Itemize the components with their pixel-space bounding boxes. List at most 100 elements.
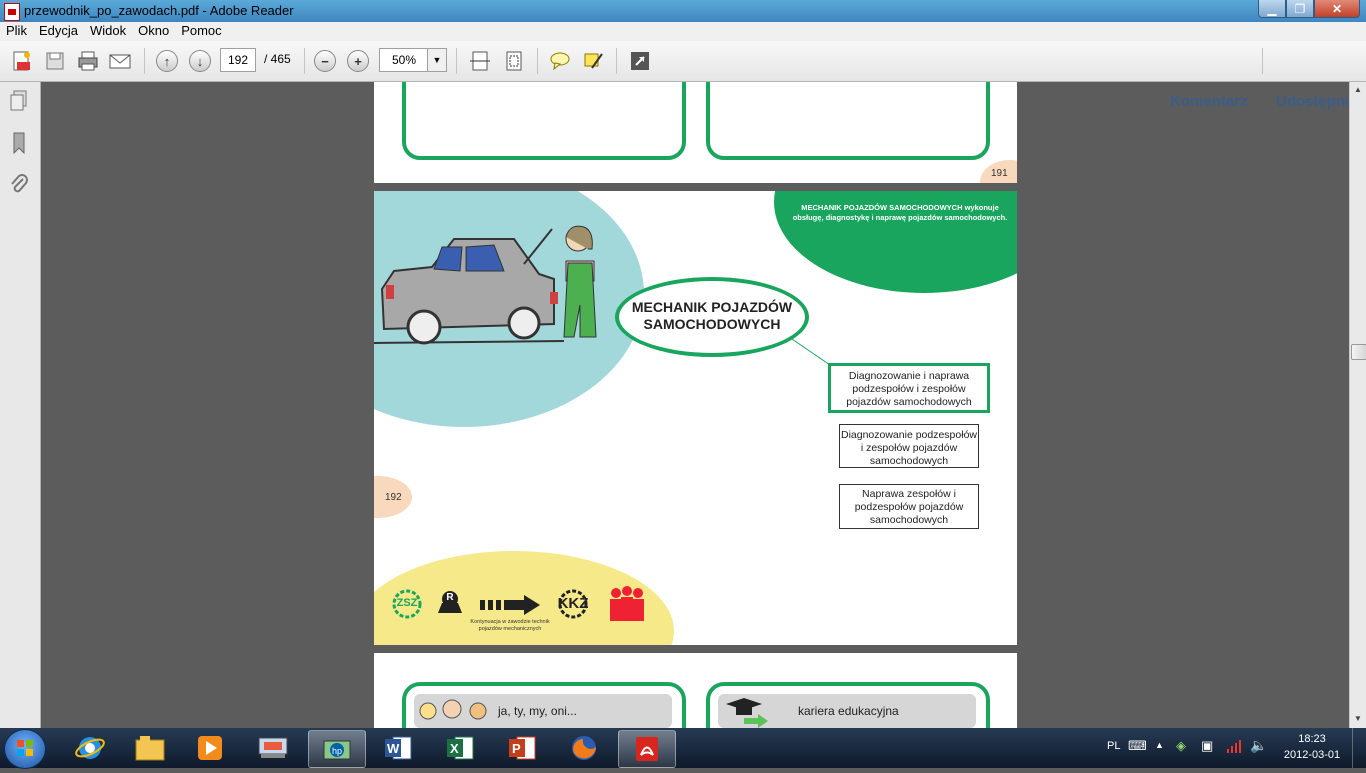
occupation-description: MECHANIK POJAZDÓW SAMOCHODOWYCH wykonuje…	[792, 203, 1008, 222]
r-qualification-icon: R	[430, 589, 470, 619]
menu-edycja[interactable]: Edycja	[33, 22, 84, 41]
firefox-icon	[572, 736, 596, 760]
arrow-down-icon: ↓	[189, 50, 211, 72]
language-indicator[interactable]: PL	[1107, 740, 1120, 752]
ie-icon	[75, 737, 105, 759]
sticky-note-icon[interactable]	[548, 49, 572, 73]
zoom-select[interactable]: 50% ▼	[379, 48, 447, 72]
arrow-up-icon: ↑	[156, 50, 178, 72]
page-191-box-right	[706, 82, 990, 160]
card-left-frame: ja, ty, my, oni...	[402, 682, 686, 728]
kkz-gear-icon: KKZ	[548, 589, 598, 619]
adobe-reader-icon	[636, 737, 658, 761]
window-title: przewodnik_po_zawodach.pdf - Adobe Reade…	[24, 3, 294, 18]
arrow-right-icon	[480, 595, 542, 620]
page-number: 192	[385, 492, 402, 503]
fullscreen-icon[interactable]	[628, 49, 652, 73]
footer-caption: Kontynuacja w zawodzie technik pojazdów …	[470, 619, 550, 632]
r-label: R	[446, 592, 454, 603]
taskbar-adobe-reader[interactable]	[618, 730, 676, 768]
menu-plik[interactable]: Plik	[0, 22, 33, 41]
page-191-box-left	[402, 82, 686, 160]
show-hidden-icons-icon[interactable]: ▲	[1155, 740, 1164, 750]
card-right-title: kariera edukacyjna	[798, 704, 899, 718]
taskbar-explorer[interactable]	[122, 730, 178, 766]
card-right-frame: kariera edukacyjna	[706, 682, 990, 728]
svg-text:X: X	[450, 741, 459, 756]
fit-width-icon[interactable]	[468, 49, 492, 73]
highlight-icon[interactable]	[581, 49, 605, 73]
zoom-in-button[interactable]: +	[346, 49, 370, 73]
taskbar-ie[interactable]	[62, 730, 118, 766]
taskbar-firefox[interactable]	[556, 730, 612, 766]
occupation-title-line2: SAMOCHODOWYCH	[643, 316, 781, 332]
svg-text:W: W	[387, 741, 400, 756]
previous-page-button[interactable]: ↑	[155, 49, 179, 73]
menu-widok[interactable]: Widok	[84, 22, 132, 41]
taskbar-hp[interactable]: hp	[308, 730, 366, 768]
taskbar-powerpoint[interactable]: P	[494, 730, 550, 766]
zsz-label: ZSZ	[396, 597, 418, 609]
email-icon[interactable]	[108, 49, 132, 73]
print-icon[interactable]	[76, 49, 100, 73]
page-thumbnails-icon[interactable]	[9, 90, 29, 112]
card-right-header: kariera edukacyjna	[718, 694, 976, 728]
powerpoint-icon: P	[509, 736, 536, 760]
volume-icon[interactable]: 🔈	[1250, 737, 1267, 754]
navigation-pane	[0, 82, 41, 728]
attachments-icon[interactable]	[9, 174, 29, 196]
start-button[interactable]	[4, 729, 46, 769]
taskbar-word[interactable]: W	[370, 730, 426, 766]
scrollbar-thumb[interactable]	[1351, 344, 1366, 360]
next-page-button[interactable]: ↓	[188, 49, 212, 73]
pdf-app-icon	[4, 3, 20, 21]
faces-icon	[419, 699, 487, 720]
qualification-sub-2: Naprawa zespołów i podzespołów pojazdów …	[839, 484, 979, 529]
taskbar-presentation[interactable]	[245, 730, 301, 766]
fit-page-icon[interactable]	[502, 49, 526, 73]
svg-text:hp: hp	[332, 746, 342, 756]
kkz-label: KKZ	[557, 595, 589, 612]
page-number: 191	[991, 168, 1008, 179]
keyboard-icon[interactable]: ⌨	[1128, 738, 1147, 754]
bookmarks-icon[interactable]	[9, 132, 29, 154]
windows-logo-icon	[17, 740, 33, 756]
share-button[interactable]: Udostępnij	[1276, 93, 1354, 110]
plus-icon: +	[347, 50, 369, 72]
comment-button[interactable]: Komentarz	[1170, 93, 1248, 110]
clock-time[interactable]: 18:23	[1292, 733, 1332, 745]
page-number-input[interactable]: 192	[220, 48, 256, 72]
window-controls: ▁ ❐ ✕	[1258, 0, 1360, 18]
signal-icon[interactable]	[1226, 738, 1242, 757]
save-icon[interactable]	[43, 49, 67, 73]
device-icon[interactable]: ▣	[1201, 738, 1213, 754]
qualification-main: Diagnozowanie i naprawa podzespołów i ze…	[828, 363, 990, 413]
maximize-button[interactable]: ❐	[1286, 0, 1314, 18]
mechanic-car-illustration	[374, 225, 597, 345]
close-button[interactable]: ✕	[1314, 0, 1360, 18]
taskbar-excel[interactable]: X	[432, 730, 488, 766]
zsz-gear-icon: ZSZ	[392, 589, 422, 619]
menu-okno[interactable]: Okno	[132, 22, 175, 41]
scroll-down-icon[interactable]: ▼	[1354, 714, 1362, 723]
scroll-up-icon[interactable]: ▲	[1354, 85, 1362, 94]
card-left-title: ja, ty, my, oni...	[498, 704, 577, 718]
show-desktop-button[interactable]	[1352, 728, 1366, 768]
chevron-down-icon[interactable]: ▼	[427, 49, 446, 71]
zoom-out-button[interactable]: −	[313, 49, 337, 73]
presentation-icon	[258, 737, 288, 758]
title-bar: przewodnik_po_zawodach.pdf - Adobe Reade…	[0, 0, 1366, 22]
card-left-header: ja, ty, my, oni...	[414, 694, 672, 728]
create-pdf-icon[interactable]	[10, 49, 34, 73]
page-total: / 465	[264, 52, 291, 66]
occupation-title-line1: MECHANIK POJAZDÓW	[631, 299, 793, 315]
vertical-scrollbar[interactable]: ▲ ▼	[1349, 82, 1366, 728]
occupation-title-oval: MECHANIK POJAZDÓW SAMOCHODOWYCH	[615, 277, 809, 357]
clock-date[interactable]: 2012-03-01	[1280, 749, 1344, 761]
menu-pomoc[interactable]: Pomoc	[175, 22, 227, 41]
minimize-button[interactable]: ▁	[1258, 0, 1286, 18]
toolbar: ↑ ↓ − + Komentarz Udostępnij	[0, 41, 1366, 110]
network-status-icon[interactable]: ◈	[1176, 738, 1186, 754]
qualification-sub-1: Diagnozowanie podzespołów i zespołów poj…	[839, 424, 979, 468]
taskbar-media-player[interactable]	[182, 730, 238, 766]
